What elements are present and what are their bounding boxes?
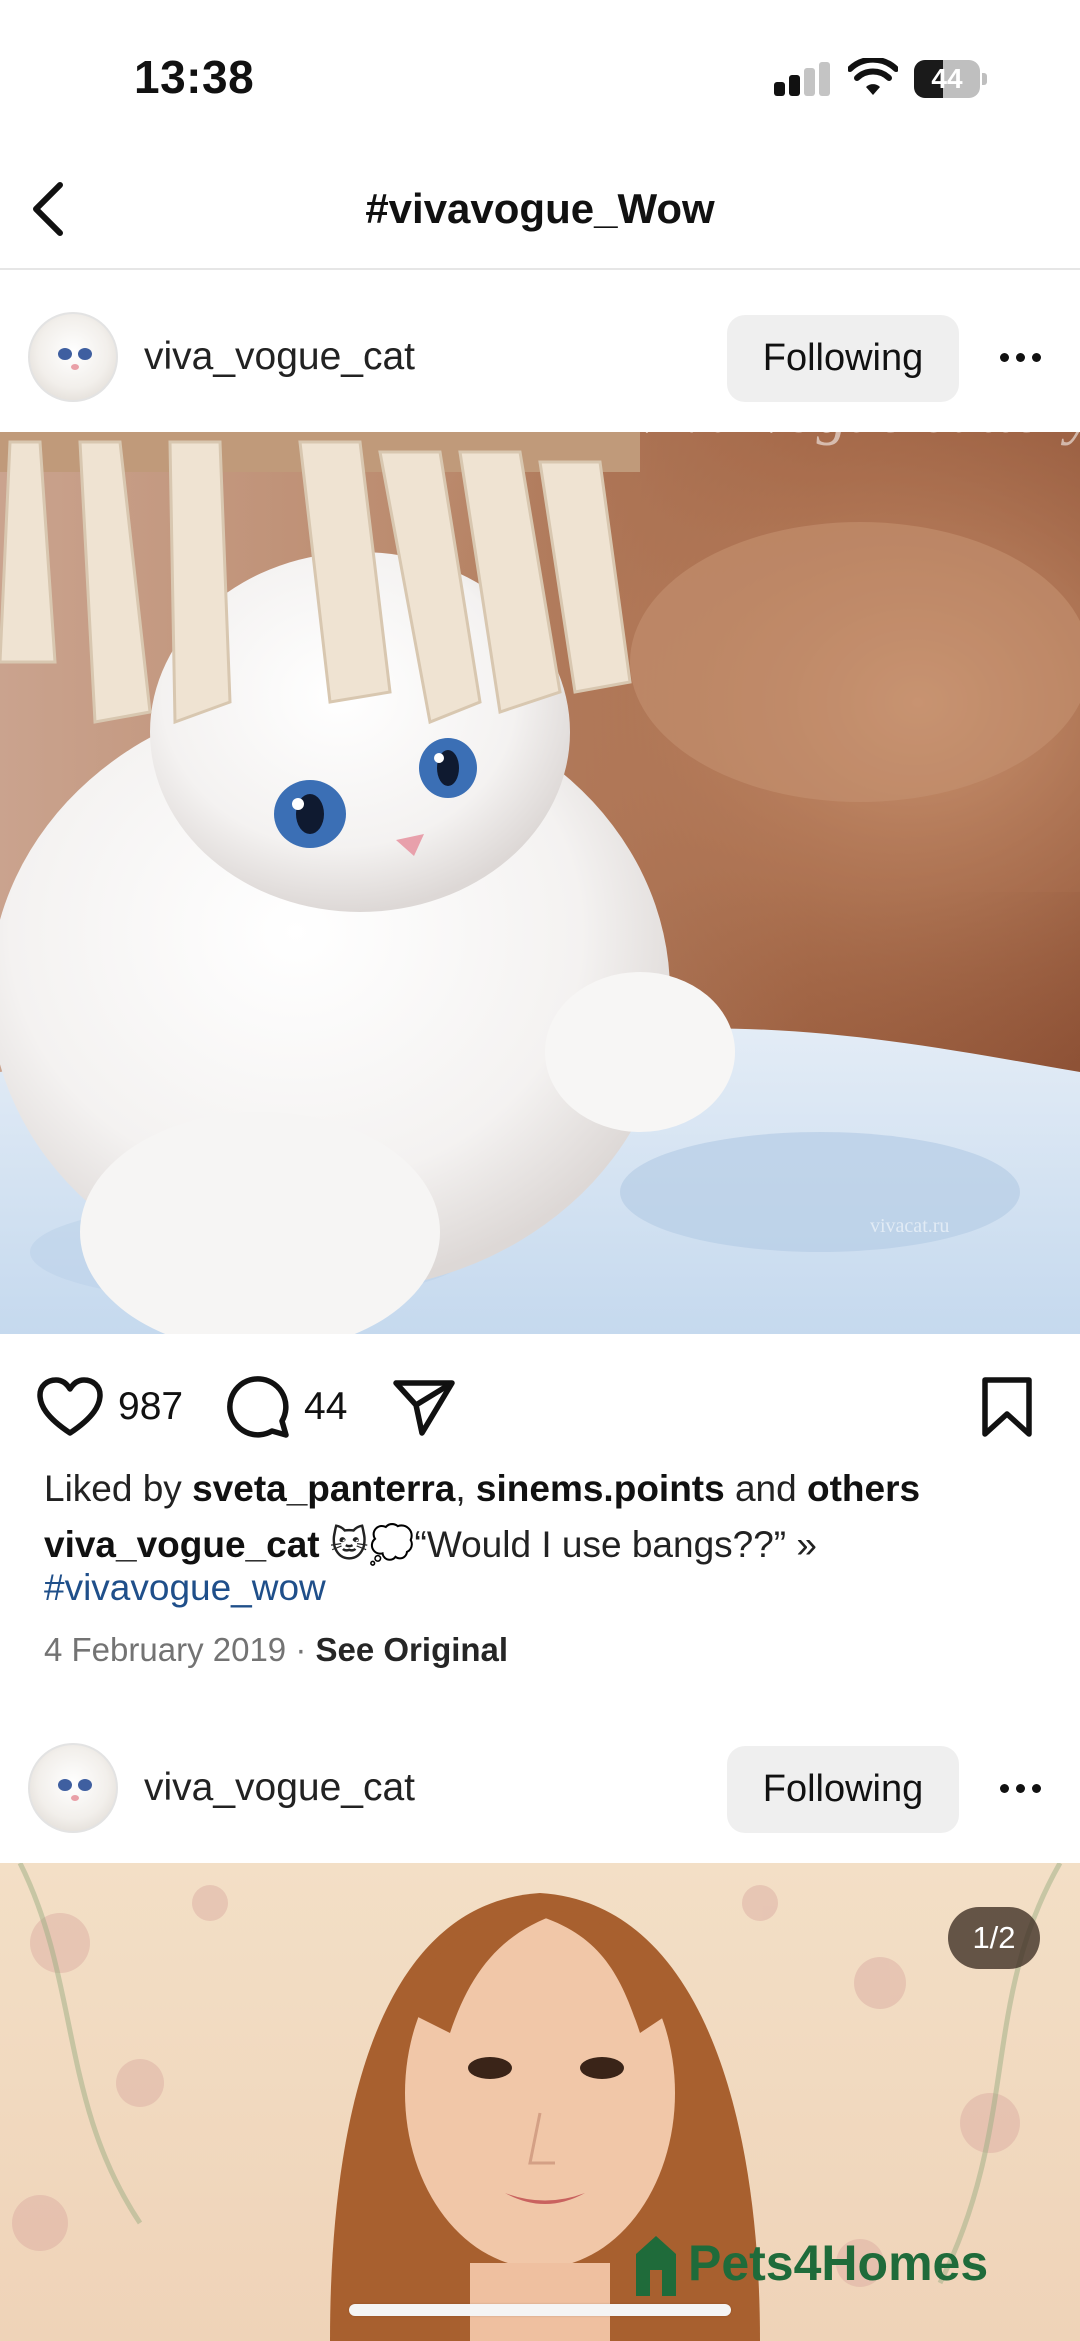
caption-hashtag[interactable]: #vivavogue_wow	[44, 1567, 326, 1609]
chevron-left-icon	[33, 182, 63, 236]
liked-by-separator: ,	[455, 1468, 466, 1509]
post-header: viva_vogue_cat Following	[0, 1713, 1080, 1863]
image-watermark: Viva Vogue cattery	[630, 432, 1080, 446]
following-button[interactable]: Following	[727, 1746, 959, 1833]
like-count[interactable]: 987	[118, 1385, 183, 1429]
heart-icon	[37, 1377, 103, 1436]
caption-username[interactable]: viva_vogue_cat	[44, 1524, 320, 1565]
avatar[interactable]	[28, 312, 118, 402]
post-username[interactable]: viva_vogue_cat	[144, 1713, 415, 1863]
save-button[interactable]	[980, 1374, 1034, 1440]
more-horizontal-icon	[999, 352, 1009, 362]
comment-count[interactable]: 44	[304, 1385, 347, 1429]
post-image[interactable]: Viva Vogue cattery vivacat.ru	[0, 432, 1080, 1334]
liked-by-user[interactable]: sveta_panterra	[192, 1468, 455, 1509]
carousel-page-counter: 1/2	[948, 1907, 1040, 1969]
back-button[interactable]	[18, 176, 78, 242]
cellular-signal-icon	[774, 62, 832, 96]
wifi-icon	[848, 58, 898, 95]
more-options-button[interactable]	[990, 327, 1050, 387]
home-indicator[interactable]	[349, 2304, 731, 2316]
battery-level: 44	[931, 63, 963, 94]
liked-by-and: and	[734, 1468, 797, 1509]
status-time: 13:38	[134, 51, 255, 103]
post-actions: 987 44	[0, 1334, 1080, 1464]
following-button[interactable]: Following	[727, 315, 959, 402]
caption-text[interactable]: 🐱💭“Would I use bangs??” »	[330, 1524, 817, 1565]
post-header: viva_vogue_cat Following	[0, 282, 1080, 432]
like-button[interactable]: 987	[36, 1374, 183, 1440]
liked-by-row[interactable]: Liked by sveta_panterra, sinems.points a…	[44, 1468, 920, 1510]
more-options-button[interactable]	[990, 1758, 1050, 1818]
comment-icon	[227, 1376, 289, 1438]
share-button[interactable]	[392, 1374, 456, 1440]
svg-text:vivacat.ru: vivacat.ru	[870, 1215, 949, 1237]
more-horizontal-icon	[999, 1783, 1009, 1793]
send-icon	[393, 1380, 455, 1436]
liked-by-user[interactable]: sinems.points	[476, 1468, 725, 1509]
battery-icon: 44	[914, 60, 987, 98]
comment-button[interactable]: 44	[226, 1374, 347, 1440]
post-username[interactable]: viva_vogue_cat	[144, 282, 415, 432]
post-date: 4 February 2019	[44, 1631, 287, 1668]
liked-by-prefix: Liked by	[44, 1468, 182, 1509]
brand-watermark: Pets4Homes	[630, 2228, 988, 2298]
status-bar: 13:38 44	[0, 0, 1080, 150]
brand-watermark-text: Pets4Homes	[688, 2235, 989, 2291]
page-title: #vivavogue_Wow	[365, 185, 715, 232]
cat-photo: Viva Vogue cattery vivacat.ru	[0, 432, 1080, 1334]
pets4homes-logo-icon	[636, 2236, 676, 2296]
avatar[interactable]	[28, 1743, 118, 1833]
page-header: #vivavogue_Wow	[0, 150, 1080, 270]
liked-by-others[interactable]: others	[807, 1468, 920, 1509]
bookmark-icon	[982, 1377, 1032, 1437]
post-caption: viva_vogue_cat 🐱💭“Would I use bangs??” »	[44, 1523, 817, 1567]
see-original-link[interactable]: See Original	[316, 1631, 509, 1668]
post-date-row: 4 February 2019 · See Original	[44, 1631, 508, 1669]
date-separator: ·	[295, 1631, 307, 1668]
